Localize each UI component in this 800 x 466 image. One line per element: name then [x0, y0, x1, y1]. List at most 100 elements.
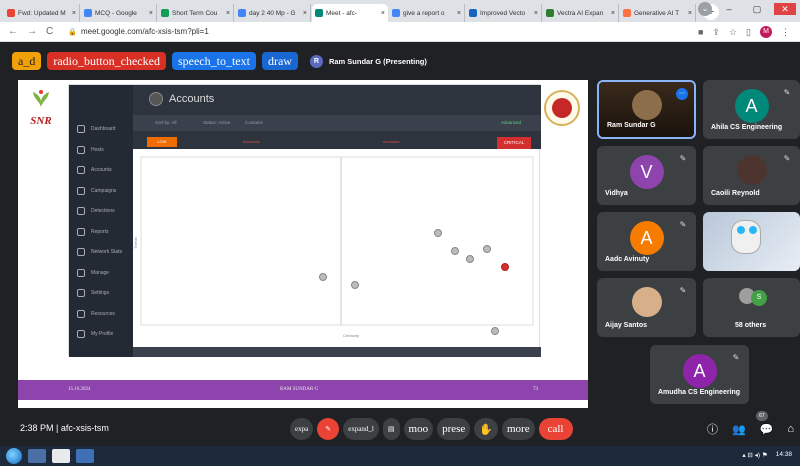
- taskbar-app-explorer[interactable]: [28, 449, 46, 463]
- maximize-button[interactable]: ▢: [746, 3, 768, 15]
- camera-button[interactable]: expand_l: [343, 418, 379, 440]
- raise-hand-button[interactable]: ✋: [474, 418, 498, 440]
- mic-off-button[interactable]: ✎: [317, 418, 340, 440]
- tab-close-icon[interactable]: ×: [534, 10, 538, 17]
- star-icon[interactable]: ☆: [729, 27, 737, 38]
- side-controls: ⓘ 👥 67 💬 ⌂: [707, 410, 794, 437]
- sidebar-item-icon: [77, 289, 85, 298]
- more-options-button[interactable]: more: [502, 418, 535, 440]
- dashboard-sidebar-item: My Profile: [69, 324, 133, 345]
- tab-label: Vectra AI Expan: [557, 9, 604, 17]
- sidebar-item-icon: [77, 248, 85, 257]
- mic-off-icon: ✎: [679, 154, 687, 163]
- participant-tile-ai-reader[interactable]: ✎: [703, 212, 800, 271]
- os-taskbar: ▴ ⊟ ◂) ⚑ 14:38: [0, 446, 800, 466]
- browser-tab[interactable]: day 2 40 Mp - G ×: [235, 4, 311, 22]
- tab-close-icon[interactable]: ×: [72, 10, 76, 17]
- radio-button-checked-chip[interactable]: radio_button_checked: [47, 52, 166, 70]
- dashboard-sidebar-item: Reports: [69, 222, 133, 243]
- tab-favicon-icon: [7, 9, 15, 17]
- sidebar-item-label: Reports: [91, 228, 109, 235]
- participant-tile-amudha[interactable]: ✎ A Amudha CS Engineering: [650, 345, 749, 404]
- close-window-button[interactable]: ✕: [774, 3, 796, 15]
- footer-page-number: 73: [533, 387, 538, 392]
- dashboard-sidebar-item: Hosts: [69, 140, 133, 161]
- back-icon[interactable]: ←: [8, 26, 18, 37]
- activities-icon[interactable]: ⌂: [787, 423, 794, 435]
- info-icon[interactable]: ⓘ: [707, 421, 718, 437]
- dashboard-sidebar-item: Campaigns: [69, 181, 133, 202]
- people-icon[interactable]: 👥 67: [732, 410, 768, 436]
- start-button[interactable]: [6, 448, 22, 464]
- participant-tile-aijay[interactable]: ✎ Aijay Santos: [597, 278, 696, 337]
- participant-tile-others[interactable]: S 58 others: [703, 278, 800, 337]
- mic-off-icon: ✎: [679, 220, 687, 229]
- mood-button[interactable]: moo: [403, 418, 434, 440]
- sidebar-item-label: Resources: [91, 310, 115, 317]
- quadrant-label-right: Accounts: [383, 139, 400, 144]
- forward-icon[interactable]: →: [27, 26, 37, 37]
- participant-tile-caoili[interactable]: ✎ Caoili Reynold: [703, 146, 800, 205]
- browser-tab[interactable]: Fwd: Updated M ×: [4, 4, 80, 22]
- leaf-logo-icon: [33, 90, 49, 108]
- sidebar-item-label: My Profile: [91, 331, 114, 338]
- minimize-button[interactable]: –: [718, 3, 740, 15]
- tab-close-icon[interactable]: ×: [381, 10, 385, 17]
- tab-favicon-icon: [392, 9, 400, 17]
- tab-close-icon[interactable]: ×: [611, 10, 615, 17]
- menu-icon[interactable]: ⋮: [781, 27, 790, 38]
- chat-icon[interactable]: 💬: [760, 423, 774, 436]
- participant-avatar: A: [629, 220, 664, 255]
- tab-close-icon[interactable]: ×: [688, 10, 692, 17]
- browser-tab[interactable]: Generative AI T ×: [620, 4, 696, 22]
- tab-close-icon[interactable]: ×: [149, 10, 153, 17]
- browser-tab[interactable]: give a report o ×: [389, 4, 465, 22]
- tab-label: day 2 40 Mp - G: [249, 9, 296, 17]
- browser-tab[interactable]: MCQ - Google ×: [81, 4, 157, 22]
- taskbar-app-window[interactable]: [76, 449, 94, 463]
- dashboard-sidebar: Dashboard Hosts Accounts Campaigns Detection…: [69, 85, 133, 357]
- sidebar-item-icon: [77, 330, 85, 339]
- plot-point: [319, 273, 327, 281]
- participant-tile-aadc[interactable]: ✎ A Aadc Avinuty: [597, 212, 696, 271]
- others-avatar: S: [751, 290, 767, 306]
- url-field[interactable]: meet.google.com/afc-xsis-tsm?pli=1: [81, 27, 209, 36]
- tab-close-icon[interactable]: ×: [303, 10, 307, 17]
- plot-point: [466, 255, 474, 263]
- camera-icon[interactable]: ■: [698, 27, 703, 37]
- captions-button[interactable]: ▤: [382, 418, 400, 440]
- participant-tile-ahila[interactable]: ✎ A Ahila CS Engineering: [703, 80, 800, 139]
- tray-icons[interactable]: ▴ ⊟ ◂) ⚑: [742, 451, 767, 459]
- speech-to-text-chip[interactable]: speech_to_text: [171, 52, 256, 70]
- browser-tab[interactable]: Meet - afc- ×: [312, 4, 388, 22]
- lock-icon[interactable]: 🔒: [68, 28, 77, 36]
- snr-logo: SNR: [24, 88, 58, 134]
- tab-favicon-icon: [315, 9, 323, 17]
- browser-tab[interactable]: Vectra AI Expan ×: [543, 4, 619, 22]
- sidepanel-icon[interactable]: ▯: [746, 27, 751, 38]
- reload-icon[interactable]: C: [46, 26, 53, 37]
- svg-text:Threat: Threat: [133, 237, 138, 249]
- participant-tile-ram-sundar[interactable]: ⋯ Ram Sundar G: [597, 80, 696, 139]
- dashboard-sidebar-item: Manage: [69, 263, 133, 284]
- taskbar-clock: 14:38: [775, 451, 792, 458]
- draw-chip[interactable]: draw: [261, 52, 298, 70]
- participant-avatar: V: [629, 154, 664, 189]
- extension-toolbar: a_d radio_button_checked speech_to_text …: [12, 52, 427, 70]
- present-button[interactable]: prese: [437, 418, 471, 440]
- tab-close-icon[interactable]: ×: [457, 10, 461, 17]
- footer-date: 15.10.2024: [68, 387, 91, 392]
- tab-close-icon[interactable]: ×: [226, 10, 230, 17]
- participant-tile-vidhya[interactable]: ✎ V Vidhya: [597, 146, 696, 205]
- browser-tab[interactable]: Short Term Cou ×: [158, 4, 234, 22]
- critical-badge: CRITICAL: [497, 137, 531, 149]
- profile-dropdown-button[interactable]: ⌄: [698, 2, 712, 16]
- mic-button[interactable]: expa: [290, 418, 314, 440]
- browser-tab[interactable]: Improved Vecto ×: [466, 4, 542, 22]
- taskbar-app-chrome[interactable]: [52, 449, 70, 463]
- a-d-chip[interactable]: a_d: [12, 52, 42, 70]
- share-icon[interactable]: ⇪: [712, 27, 720, 38]
- presenter-avatar: R: [309, 54, 323, 68]
- leave-call-button[interactable]: call: [538, 418, 573, 440]
- profile-avatar[interactable]: M: [760, 26, 772, 38]
